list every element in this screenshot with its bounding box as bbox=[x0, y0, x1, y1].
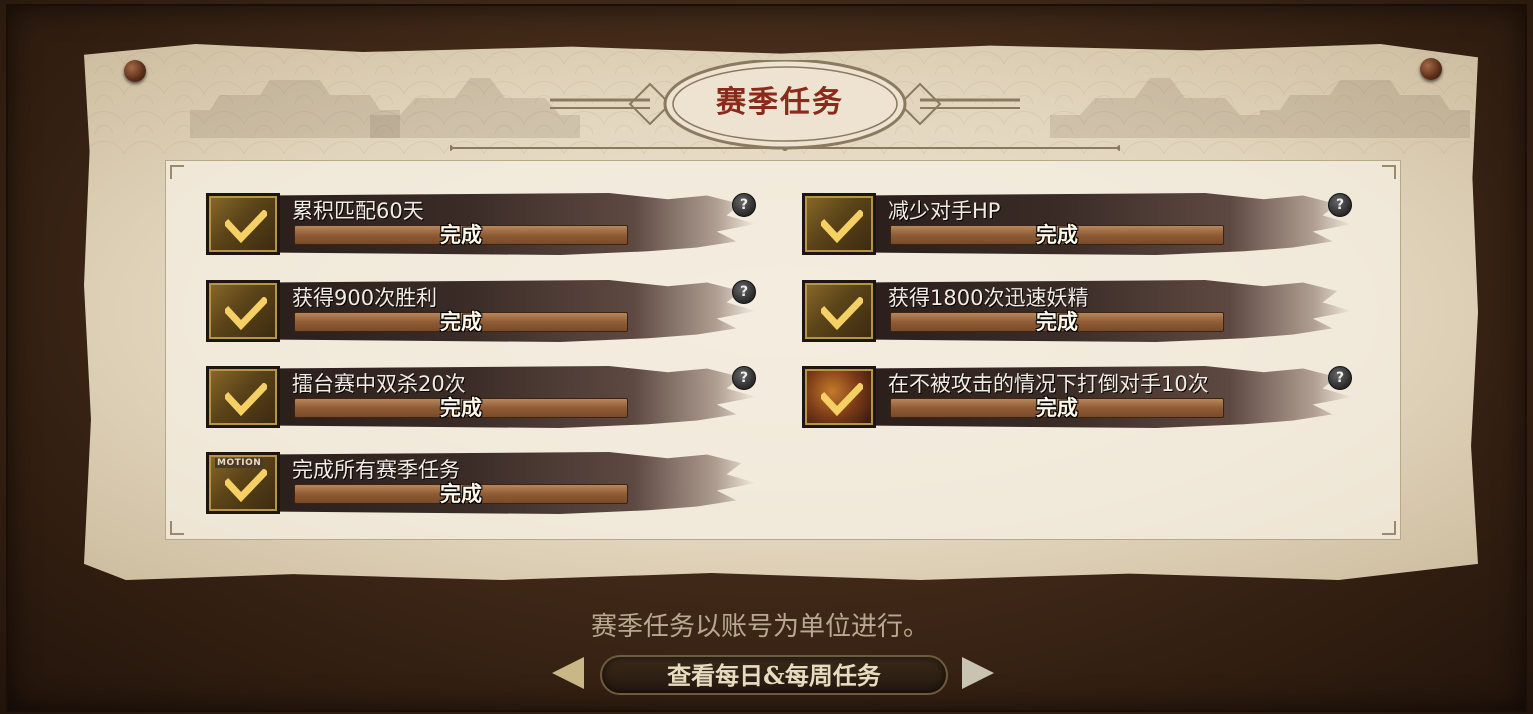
task-status: 完成 bbox=[440, 223, 482, 247]
corner-ornament bbox=[1382, 165, 1396, 179]
corner-ornament bbox=[170, 521, 184, 535]
pin-icon bbox=[124, 60, 146, 82]
help-icon[interactable]: ? bbox=[732, 366, 756, 390]
task-name: 获得1800次迅速妖精 bbox=[888, 286, 1089, 310]
task-status: 完成 bbox=[440, 396, 482, 420]
task-item[interactable]: 获得1800次迅速妖精 完成 bbox=[802, 280, 1362, 342]
task-name: 完成所有赛季任务 bbox=[292, 458, 460, 482]
task-icon: MOTION bbox=[206, 452, 280, 514]
check-icon bbox=[225, 210, 267, 244]
task-icon bbox=[206, 280, 280, 342]
task-item[interactable]: 获得900次胜利 完成 ? bbox=[206, 280, 766, 342]
prev-arrow-icon[interactable] bbox=[552, 657, 584, 689]
check-icon bbox=[821, 210, 863, 244]
task-icon bbox=[206, 366, 280, 428]
next-arrow-icon[interactable] bbox=[962, 657, 994, 689]
check-icon bbox=[225, 383, 267, 417]
motion-badge: MOTION bbox=[215, 458, 264, 468]
task-item[interactable]: 擂台赛中双杀20次 完成 ? bbox=[206, 366, 766, 428]
task-name: 擂台赛中双杀20次 bbox=[292, 372, 466, 396]
task-item[interactable]: MOTION 完成所有赛季任务 完成 bbox=[206, 452, 766, 514]
task-status: 完成 bbox=[440, 310, 482, 334]
task-status: 完成 bbox=[440, 482, 482, 506]
footer-note: 赛季任务以账号为单位进行。 bbox=[590, 612, 929, 642]
task-status: 完成 bbox=[1036, 396, 1078, 420]
view-daily-weekly-button[interactable]: 查看每日&每周任务 bbox=[600, 655, 948, 695]
task-name: 获得900次胜利 bbox=[292, 286, 438, 310]
help-icon[interactable]: ? bbox=[732, 193, 756, 217]
task-item[interactable]: 累积匹配60天 完成 ? bbox=[206, 193, 766, 255]
task-icon bbox=[802, 366, 876, 428]
task-icon bbox=[206, 193, 280, 255]
corner-ornament bbox=[170, 165, 184, 179]
task-status: 完成 bbox=[1036, 310, 1078, 334]
help-icon[interactable]: ? bbox=[1328, 366, 1352, 390]
task-status: 完成 bbox=[1036, 223, 1078, 247]
task-name: 在不被攻击的情况下打倒对手10次 bbox=[888, 372, 1209, 396]
pin-icon bbox=[1420, 58, 1442, 80]
help-icon[interactable]: ? bbox=[1328, 193, 1352, 217]
help-icon[interactable]: ? bbox=[732, 280, 756, 304]
task-name: 减少对手HP bbox=[888, 199, 1001, 223]
page-title: 赛季任务 bbox=[716, 85, 844, 120]
check-icon bbox=[821, 383, 863, 417]
building-decoration bbox=[1260, 80, 1470, 138]
task-icon bbox=[802, 280, 876, 342]
corner-ornament bbox=[1382, 521, 1396, 535]
check-icon bbox=[225, 469, 267, 503]
check-icon bbox=[821, 297, 863, 331]
task-item[interactable]: 在不被攻击的情况下打倒对手10次 完成 ? bbox=[802, 366, 1362, 428]
task-icon bbox=[802, 193, 876, 255]
task-name: 累积匹配60天 bbox=[292, 199, 424, 223]
task-item[interactable]: 减少对手HP 完成 ? bbox=[802, 193, 1362, 255]
check-icon bbox=[225, 297, 267, 331]
